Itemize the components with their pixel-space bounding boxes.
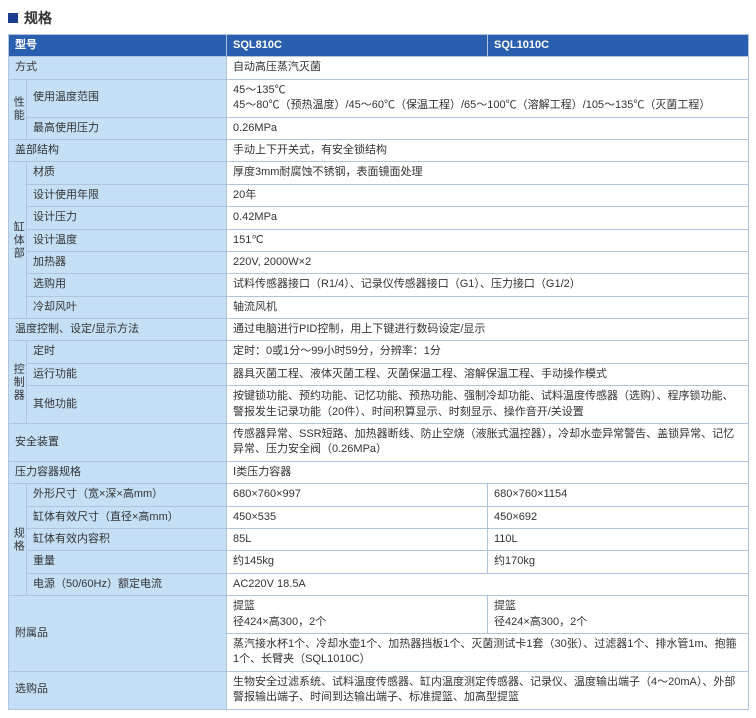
- table-row: 最高使用压力 0.26MPa: [9, 117, 749, 139]
- row-label: 冷却风叶: [27, 296, 227, 318]
- row-value: 手动上下开关式，有安全锁结构: [227, 139, 749, 161]
- header-c1: SQL810C: [227, 35, 488, 57]
- row-value: 通过电脑进行PID控制，用上下键进行数码设定/显示: [227, 319, 749, 341]
- row-label: 其他功能: [27, 386, 227, 424]
- row-value: 0.26MPa: [227, 117, 749, 139]
- row-label: 设计温度: [27, 229, 227, 251]
- table-row: 选购品 生物安全过滤系统、试料温度传感器、缸内温度测定传感器、记录仪、温度输出端…: [9, 671, 749, 709]
- row-value: 220V, 2000W×2: [227, 251, 749, 273]
- row-value: 151℃: [227, 229, 749, 251]
- row-label: 安全装置: [9, 424, 227, 462]
- group-label: 性能: [9, 79, 27, 139]
- row-label: 重量: [27, 551, 227, 573]
- row-value: 约170kg: [488, 551, 749, 573]
- row-value: 定时：0或1分～99小时59分，分辨率：1分: [227, 341, 749, 363]
- row-label: 加热器: [27, 251, 227, 273]
- row-label: 选购品: [9, 671, 227, 709]
- table-row: 温度控制、设定/显示方法 通过电脑进行PID控制，用上下键进行数码设定/显示: [9, 319, 749, 341]
- table-row: 电源（50/60Hz）额定电流 AC220V 18.5A: [9, 573, 749, 595]
- table-header-row: 型号 SQL810C SQL1010C: [9, 35, 749, 57]
- row-label: 设计使用年限: [27, 184, 227, 206]
- table-row: 盖部结构 手动上下开关式，有安全锁结构: [9, 139, 749, 161]
- row-label: 压力容器规格: [9, 461, 227, 483]
- table-row: 冷却风叶 轴流风机: [9, 296, 749, 318]
- row-label: 温度控制、设定/显示方法: [9, 319, 227, 341]
- row-label: 设计压力: [27, 207, 227, 229]
- row-value: Ⅰ类压力容器: [227, 461, 749, 483]
- row-value: 传感器异常、SSR短路、加热器断线、防止空烧（液胀式温控器），冷却水壶异常警告、…: [227, 424, 749, 462]
- row-value: 约145kg: [227, 551, 488, 573]
- row-value: 提篮径424×高300，2个: [488, 596, 749, 634]
- table-row: 附属品 提篮径424×高300，2个 提篮径424×高300，2个: [9, 596, 749, 634]
- row-label: 附属品: [9, 596, 227, 672]
- header-c2: SQL1010C: [488, 35, 749, 57]
- table-row: 重量 约145kg 约170kg: [9, 551, 749, 573]
- row-label: 缸体有效尺寸（直径×高mm）: [27, 506, 227, 528]
- group-label: 规格: [9, 484, 27, 596]
- table-row: 控制器 定时 定时：0或1分～99小时59分，分辨率：1分: [9, 341, 749, 363]
- table-row: 规格 外形尺寸（宽×深×高mm） 680×760×997 680×760×115…: [9, 484, 749, 506]
- table-row: 方式 自动高压蒸汽灭菌: [9, 57, 749, 79]
- table-row: 选购用 试料传感器接口（R1/4）、记录仪传感器接口（G1）、压力接口（G1/2…: [9, 274, 749, 296]
- row-value: 试料传感器接口（R1/4）、记录仪传感器接口（G1）、压力接口（G1/2）: [227, 274, 749, 296]
- row-value: 450×535: [227, 506, 488, 528]
- table-row: 设计温度 151℃: [9, 229, 749, 251]
- blue-square-icon: [8, 13, 18, 23]
- table-row: 缸体部 材质 厚度3mm耐腐蚀不锈钢，表面镜面处理: [9, 162, 749, 184]
- row-value: 提篮径424×高300，2个: [227, 596, 488, 634]
- row-label: 选购用: [27, 274, 227, 296]
- row-label: 电源（50/60Hz）额定电流: [27, 573, 227, 595]
- row-value: 自动高压蒸汽灭菌: [227, 57, 749, 79]
- row-value: 450×692: [488, 506, 749, 528]
- row-value: 生物安全过滤系统、试料温度传感器、缸内温度测定传感器、记录仪、温度输出端子（4～…: [227, 671, 749, 709]
- spec-table: 型号 SQL810C SQL1010C 方式 自动高压蒸汽灭菌 性能 使用温度范…: [8, 34, 749, 710]
- table-row: 缸体有效尺寸（直径×高mm） 450×535 450×692: [9, 506, 749, 528]
- table-row: 加热器 220V, 2000W×2: [9, 251, 749, 273]
- row-label: 方式: [9, 57, 227, 79]
- header-model: 型号: [9, 35, 227, 57]
- group-label: 控制器: [9, 341, 27, 424]
- table-row: 性能 使用温度范围 45～135℃ 45～80℃（预热温度）/45～60℃（保温…: [9, 79, 749, 117]
- row-label: 材质: [27, 162, 227, 184]
- table-row: 设计使用年限 20年: [9, 184, 749, 206]
- row-value: 85L: [227, 528, 488, 550]
- row-value: 厚度3mm耐腐蚀不锈钢，表面镜面处理: [227, 162, 749, 184]
- row-label: 最高使用压力: [27, 117, 227, 139]
- row-label: 定时: [27, 341, 227, 363]
- row-label: 缸体有效内容积: [27, 528, 227, 550]
- row-label: 盖部结构: [9, 139, 227, 161]
- title-area: 规格: [8, 8, 748, 28]
- row-value: 680×760×997: [227, 484, 488, 506]
- row-label: 外形尺寸（宽×深×高mm）: [27, 484, 227, 506]
- row-value: 轴流风机: [227, 296, 749, 318]
- row-value: 680×760×1154: [488, 484, 749, 506]
- row-value: 蒸汽接水杯1个、冷却水壶1个、加热器挡板1个、灭菌测试卡1套（30张）、过滤器1…: [227, 633, 749, 671]
- row-value: 45～135℃ 45～80℃（预热温度）/45～60℃（保温工程）/65～100…: [227, 79, 749, 117]
- table-row: 设计压力 0.42MPa: [9, 207, 749, 229]
- group-label: 缸体部: [9, 162, 27, 319]
- table-row: 缸体有效内容积 85L 110L: [9, 528, 749, 550]
- row-value: 110L: [488, 528, 749, 550]
- table-row: 压力容器规格 Ⅰ类压力容器: [9, 461, 749, 483]
- table-row: 其他功能 按键锁功能、预约功能、记忆功能、预热功能、强制冷却功能、试料温度传感器…: [9, 386, 749, 424]
- row-value: 器具灭菌工程、液体灭菌工程、灭菌保温工程、溶解保温工程、手动操作模式: [227, 363, 749, 385]
- row-value: 20年: [227, 184, 749, 206]
- table-row: 运行功能 器具灭菌工程、液体灭菌工程、灭菌保温工程、溶解保温工程、手动操作模式: [9, 363, 749, 385]
- page-title: 规格: [24, 8, 52, 28]
- row-value: AC220V 18.5A: [227, 573, 749, 595]
- table-row: 安全装置 传感器异常、SSR短路、加热器断线、防止空烧（液胀式温控器），冷却水壶…: [9, 424, 749, 462]
- row-value: 0.42MPa: [227, 207, 749, 229]
- row-value: 按键锁功能、预约功能、记忆功能、预热功能、强制冷却功能、试料温度传感器（选购）、…: [227, 386, 749, 424]
- row-label: 使用温度范围: [27, 79, 227, 117]
- row-label: 运行功能: [27, 363, 227, 385]
